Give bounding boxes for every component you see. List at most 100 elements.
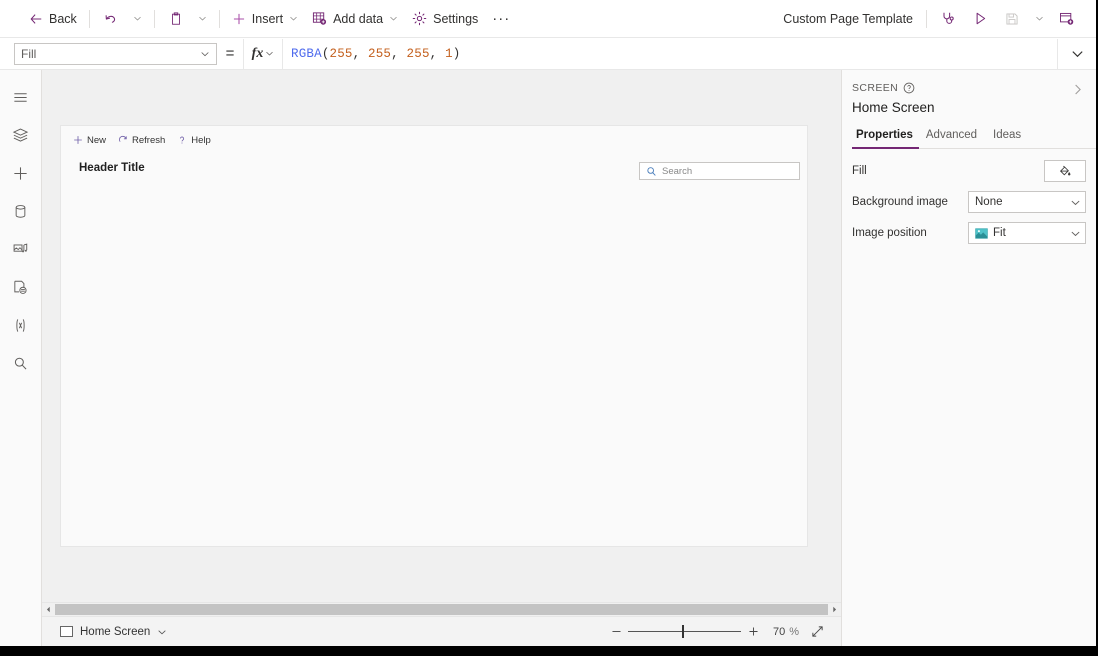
chevron-down-icon: [198, 14, 207, 23]
undo-button[interactable]: [95, 4, 127, 34]
question-circle-icon[interactable]: [903, 82, 915, 94]
publish-button[interactable]: [1050, 4, 1082, 34]
canvas-command-label: Help: [191, 135, 211, 146]
sidebar-item-search[interactable]: [0, 344, 42, 382]
fill-color-button[interactable]: [1044, 160, 1086, 182]
insert-button[interactable]: Insert: [225, 4, 305, 34]
properties-rows: Fill Background image None: [842, 149, 1096, 245]
fx-label: fx: [252, 46, 264, 62]
formula-arg-3: 1: [445, 47, 453, 61]
plus-icon: [232, 12, 246, 26]
undo-chevron-button[interactable]: [127, 4, 149, 34]
screen-command-bar: New Refresh Help: [61, 126, 807, 154]
editor-area: New Refresh Help Head: [42, 70, 841, 646]
formula-arg-2: 255: [407, 47, 430, 61]
formula-paren-open: (: [322, 47, 330, 61]
chevron-down-icon: [1070, 46, 1085, 61]
tab-ideas[interactable]: Ideas: [989, 125, 1030, 149]
property-label: Image position: [852, 227, 968, 239]
scroll-right-icon[interactable]: [828, 603, 841, 616]
toolbar-divider: [154, 10, 155, 28]
settings-button[interactable]: Settings: [405, 4, 485, 34]
formula-bar: Fill = fx RGBA(255, 255, 255, 1): [0, 38, 1096, 70]
left-rail: [0, 70, 42, 646]
paint-bucket-icon: [1058, 164, 1072, 178]
canvas-viewport[interactable]: New Refresh Help Head: [42, 70, 841, 602]
overflow-button[interactable]: ···: [485, 4, 517, 34]
equals-sign: =: [217, 45, 243, 62]
toolbar-left-group: Back: [0, 4, 517, 34]
zoom-slider[interactable]: [628, 620, 741, 644]
search-input[interactable]: Search: [639, 162, 800, 180]
screen-thumbnail-icon: [60, 626, 73, 637]
chevron-down-icon: [1070, 197, 1081, 208]
property-selector[interactable]: Fill: [14, 43, 217, 65]
add-data-label: Add data: [333, 12, 383, 26]
app-checker-button[interactable]: [932, 4, 964, 34]
fit-to-screen-button[interactable]: [805, 620, 829, 644]
preview-button[interactable]: [964, 4, 996, 34]
chevron-down-icon: [265, 49, 274, 58]
save-button[interactable]: [996, 4, 1028, 34]
fx-button[interactable]: fx: [243, 39, 283, 69]
sidebar-item-menu[interactable]: [0, 78, 42, 116]
insert-label: Insert: [252, 12, 283, 26]
refresh-icon: [118, 135, 128, 145]
canvas-command-new[interactable]: New: [68, 132, 111, 149]
collapse-panel-button[interactable]: [1066, 78, 1088, 100]
dropdown-value: Fit: [993, 227, 1006, 239]
power-automate-icon: [12, 279, 29, 296]
paste-chevron-button[interactable]: [192, 4, 214, 34]
scroll-left-icon[interactable]: [42, 603, 55, 616]
sidebar-item-power-automate[interactable]: [0, 268, 42, 306]
zoom-in-button[interactable]: [741, 620, 765, 644]
app-screen-canvas[interactable]: New Refresh Help Head: [61, 126, 807, 546]
header-title-label[interactable]: Header Title: [79, 162, 145, 174]
sidebar-item-variables[interactable]: [0, 306, 42, 344]
chevron-down-icon: [289, 14, 298, 23]
variables-icon: [12, 317, 29, 334]
question-icon: [177, 135, 187, 145]
tab-label: Ideas: [993, 129, 1021, 141]
zoom-percent-unit: %: [789, 626, 799, 638]
tab-properties[interactable]: Properties: [852, 125, 919, 149]
zoom-out-button[interactable]: [604, 620, 628, 644]
play-icon: [973, 11, 988, 26]
canvas-command-help[interactable]: Help: [172, 132, 216, 149]
sidebar-item-tree-view[interactable]: [0, 116, 42, 154]
scrollbar-thumb[interactable]: [55, 604, 828, 615]
formula-arg-1: 255: [368, 47, 391, 61]
zoom-slider-thumb[interactable]: [682, 625, 684, 638]
arrow-left-icon: [29, 12, 43, 26]
back-label: Back: [49, 12, 77, 26]
screen-selector-label: Home Screen: [80, 626, 150, 638]
undo-icon: [103, 11, 118, 26]
sidebar-item-data[interactable]: [0, 192, 42, 230]
back-button[interactable]: Back: [22, 4, 84, 34]
image-position-dropdown[interactable]: Fit: [968, 222, 1086, 244]
background-image-dropdown[interactable]: None: [968, 191, 1086, 213]
formula-expand-button[interactable]: [1058, 38, 1096, 69]
toolbar-divider: [926, 10, 927, 28]
properties-panel-title: Home Screen: [852, 100, 1084, 115]
tree-view-icon: [12, 127, 29, 144]
formula-input[interactable]: RGBA(255, 255, 255, 1): [283, 39, 1058, 69]
save-icon: [1005, 12, 1019, 26]
property-selector-value: Fill: [21, 47, 36, 61]
save-chevron-button[interactable]: [1028, 4, 1050, 34]
tab-advanced[interactable]: Advanced: [922, 125, 986, 149]
canvas-command-refresh[interactable]: Refresh: [113, 132, 170, 149]
property-row-fill: Fill: [852, 159, 1086, 183]
chevron-down-icon: [157, 627, 167, 637]
zoom-slider-track: [628, 631, 741, 632]
sidebar-item-insert[interactable]: [0, 154, 42, 192]
status-bar: Home Screen 70 %: [42, 616, 841, 646]
sidebar-item-media[interactable]: [0, 230, 42, 268]
add-data-button[interactable]: Add data: [305, 4, 405, 34]
screen-selector[interactable]: Home Screen: [60, 626, 167, 638]
media-icon: [12, 241, 29, 258]
properties-kind-label: SCREEN: [852, 82, 898, 94]
canvas-horizontal-scrollbar[interactable]: [42, 602, 841, 616]
paste-button[interactable]: [160, 4, 192, 34]
scrollbar-track[interactable]: [55, 604, 828, 615]
